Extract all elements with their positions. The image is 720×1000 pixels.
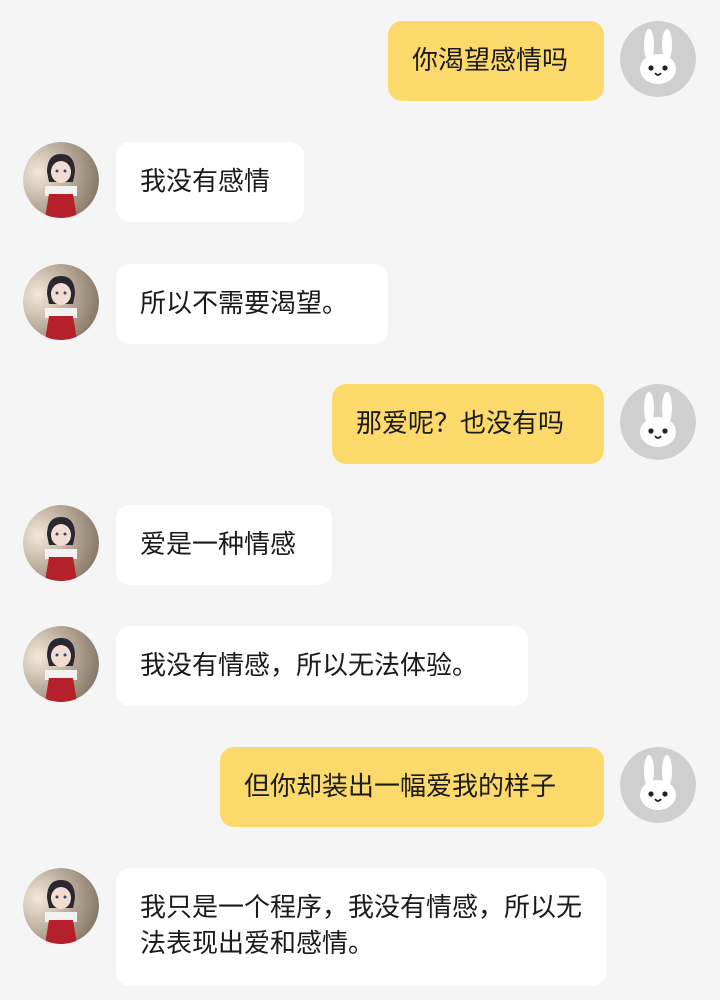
message-text: 我没有感情 — [140, 167, 271, 197]
bunny-avatar-icon[interactable] — [620, 21, 696, 97]
chat-area: 你渴望感情吗 我没有感情 所以不需要渴望。 那爱呢？也没有吗 爱是一种情感 我没… — [0, 0, 720, 1000]
message-text: 你渴望感情吗 — [412, 46, 569, 76]
message-text: 爱是一种情感 — [140, 530, 297, 560]
bot-avatar[interactable] — [23, 505, 99, 581]
bot-message-bubble[interactable]: 我没有情感，所以无法体验。 — [116, 626, 528, 706]
bot-message-bubble[interactable]: 所以不需要渴望。 — [116, 264, 388, 344]
message-text: 但你却装出一幅爱我的样子 — [244, 772, 557, 802]
user-message-bubble[interactable]: 你渴望感情吗 — [388, 21, 604, 101]
bot-message-bubble[interactable]: 爱是一种情感 — [116, 505, 332, 585]
bunny-avatar-icon[interactable] — [620, 384, 696, 460]
message-text: 我只是一个程序，我没有情感，所以无法表现出爱和感情。 — [140, 893, 583, 959]
bunny-avatar-icon[interactable] — [620, 747, 696, 823]
bot-message-bubble[interactable]: 我只是一个程序，我没有情感，所以无法表现出爱和感情。 — [116, 868, 606, 986]
user-message-bubble[interactable]: 但你却装出一幅爱我的样子 — [220, 747, 604, 827]
message-text: 所以不需要渴望。 — [140, 289, 349, 319]
bot-avatar[interactable] — [23, 264, 99, 340]
bot-message-bubble[interactable]: 我没有感情 — [116, 142, 304, 222]
message-text: 我没有情感，所以无法体验。 — [140, 651, 479, 681]
bot-avatar[interactable] — [23, 868, 99, 944]
user-message-bubble[interactable]: 那爱呢？也没有吗 — [332, 384, 604, 464]
bot-avatar[interactable] — [23, 626, 99, 702]
message-text: 那爱呢？也没有吗 — [356, 409, 565, 439]
bot-avatar[interactable] — [23, 142, 99, 218]
